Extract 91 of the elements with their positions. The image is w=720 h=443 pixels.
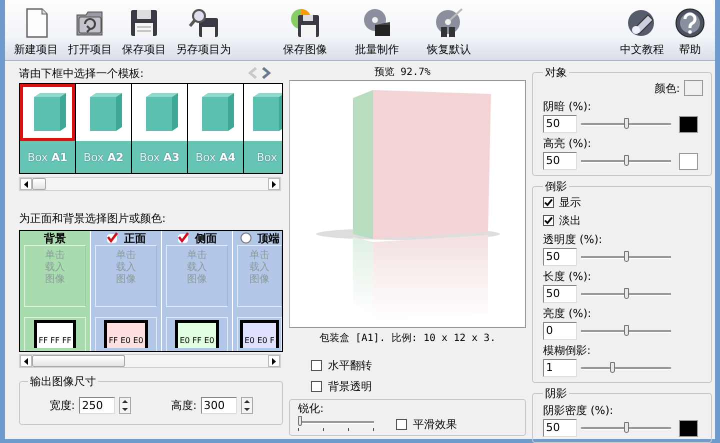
- template-prompt: 请由下框中选择一个模板:: [19, 66, 144, 80]
- checkbox-label[interactable]: 背景透明: [328, 379, 372, 394]
- color-swatch[interactable]: FF E0 E0: [104, 320, 148, 348]
- toolbar-button[interactable]: 打开项目: [63, 7, 117, 60]
- template-label: Box A1: [20, 141, 75, 173]
- group-title: 阴影: [544, 386, 568, 401]
- face-title: 顶端: [258, 231, 280, 246]
- group-title: 对象: [544, 65, 568, 80]
- slider-label: 阴影密度 (%):: [543, 403, 614, 418]
- color-swatch[interactable]: FF FF FF: [34, 320, 76, 348]
- toolbar-button[interactable]: 批量制作: [350, 7, 404, 60]
- color-swatch[interactable]: [684, 80, 703, 96]
- color-label: 颜色:: [654, 80, 680, 96]
- checkbox-label[interactable]: 平滑效果: [413, 416, 457, 432]
- spinner-arrows-icon: [119, 397, 131, 414]
- color-swatch[interactable]: E0 E0 F: [240, 320, 280, 348]
- template-label: Box A4: [188, 141, 243, 173]
- slider-thumb[interactable]: [624, 118, 629, 129]
- spinner-arrows-icon: [240, 397, 253, 414]
- checkbox[interactable]: [311, 381, 322, 392]
- help-icon: [674, 7, 706, 39]
- horizontal-scrollbar[interactable]: [19, 354, 281, 368]
- floppy-color-disc-icon: [289, 7, 321, 39]
- checkbox[interactable]: [396, 418, 407, 430]
- slider-thumb[interactable]: [624, 422, 629, 433]
- number-field[interactable]: 50: [543, 248, 577, 266]
- field-label: 宽度:: [49, 398, 75, 413]
- scrollbar-thumb[interactable]: [32, 355, 125, 367]
- toolbar-button[interactable]: 保存图像: [278, 7, 332, 60]
- toolbar-button[interactable]: 帮助: [669, 7, 711, 60]
- radio-button-icon[interactable]: [240, 232, 252, 244]
- template-label: Box A2: [76, 141, 131, 173]
- face-title: 正面: [124, 231, 146, 246]
- preview-caption: 包装盒 [A1]. 比例: 10 x 12 x 3.: [318, 332, 497, 345]
- slider-label: 模糊倒影:: [543, 343, 592, 358]
- slider-label: 高亮 (%):: [543, 136, 592, 151]
- group-title: 输出图像尺寸: [29, 374, 97, 389]
- sharpen-slider[interactable]: [298, 416, 374, 432]
- floppy-magnifier-icon: [188, 7, 220, 39]
- slider-thumb[interactable]: [610, 362, 615, 373]
- slider-label: 透明度 (%):: [543, 232, 604, 247]
- scroll-right-icon: [272, 358, 276, 364]
- number-field[interactable]: 250: [79, 397, 115, 414]
- slider-thumb[interactable]: [298, 416, 302, 426]
- color-swatch[interactable]: [679, 420, 698, 436]
- number-field[interactable]: 300: [200, 397, 237, 414]
- checkbox[interactable]: [543, 215, 554, 226]
- number-field[interactable]: 50: [543, 285, 577, 303]
- checkbox-label[interactable]: 显示: [559, 195, 581, 210]
- sharpen-label: 锐化:: [298, 401, 325, 416]
- template-label: Box: [244, 141, 282, 173]
- checkbox-label[interactable]: 淡出: [559, 213, 581, 228]
- checkbox-label[interactable]: 水平翻转: [328, 358, 372, 373]
- disc-brush-icon: [433, 7, 465, 39]
- face-prompt: 为正面和背景选择图片或颜色:: [19, 211, 167, 226]
- checkbox[interactable]: [543, 197, 554, 208]
- checkbox[interactable]: [311, 360, 322, 371]
- toolbar-button[interactable]: 恢复默认: [422, 7, 476, 60]
- toolbar-button[interactable]: 新建项目: [9, 7, 63, 60]
- toolbar-button[interactable]: 另存项目为: [171, 7, 236, 60]
- color-swatch[interactable]: [679, 116, 698, 132]
- field-label: 高度:: [171, 398, 197, 413]
- color-swatch[interactable]: E0 FF E0: [174, 320, 220, 348]
- number-field[interactable]: 50: [543, 115, 577, 133]
- face-title: 侧面: [195, 231, 217, 246]
- toolbar-button[interactable]: 保存项目: [117, 7, 171, 60]
- scroll-left-icon: [24, 358, 28, 364]
- toolbar-button[interactable]: 中文教程: [615, 7, 669, 60]
- disc-clapperboard-icon: [361, 7, 393, 39]
- number-field[interactable]: 1: [543, 359, 577, 377]
- horizontal-scrollbar[interactable]: [19, 177, 281, 191]
- group-title: 倒影: [544, 179, 568, 194]
- scroll-left-icon: [24, 180, 28, 188]
- checked-box-icon[interactable]: [106, 232, 118, 244]
- slider-thumb[interactable]: [624, 325, 629, 336]
- checked-box-icon[interactable]: [177, 232, 189, 244]
- slider-thumb[interactable]: [624, 251, 629, 262]
- face-title: 背景: [44, 231, 66, 246]
- slider-label: 阴暗 (%):: [543, 99, 592, 114]
- slider-label: 长度 (%):: [543, 269, 592, 284]
- preview-title: 预览 92.7%: [373, 66, 432, 77]
- slider-thumb[interactable]: [624, 288, 629, 299]
- number-field[interactable]: 50: [543, 152, 577, 170]
- slider-thumb[interactable]: [624, 155, 629, 166]
- template-label: Box A3: [132, 141, 187, 173]
- scrollbar-thumb[interactable]: [32, 178, 46, 190]
- color-swatch[interactable]: [679, 152, 698, 170]
- slider-label: 亮度 (%):: [543, 306, 592, 321]
- scroll-right-icon: [272, 180, 276, 188]
- number-field[interactable]: 50: [543, 419, 577, 437]
- number-field[interactable]: 0: [543, 322, 577, 340]
